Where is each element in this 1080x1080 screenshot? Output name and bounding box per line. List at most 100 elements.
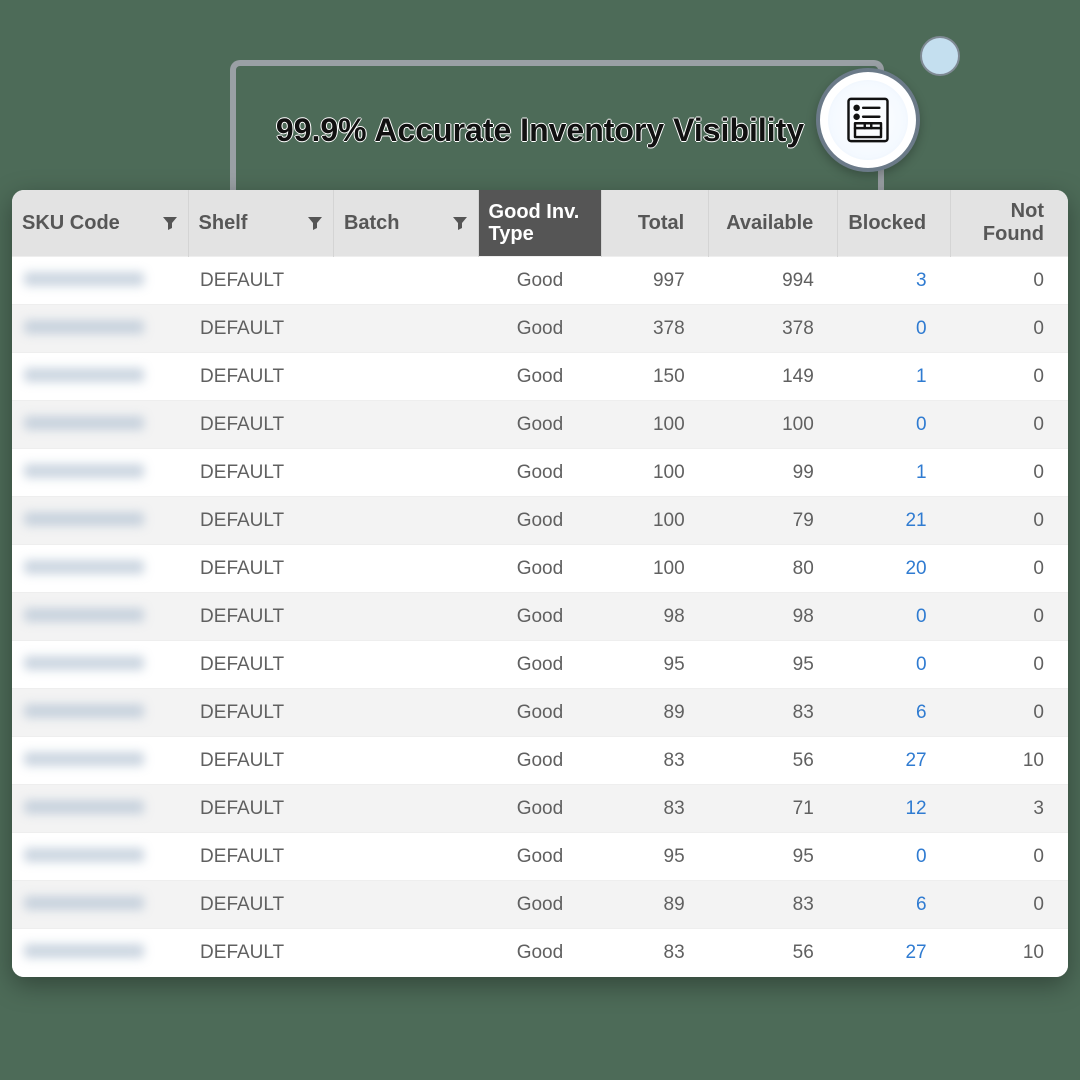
cell-available: 83 [709, 881, 838, 929]
filter-icon[interactable] [162, 215, 178, 231]
cell-sku [12, 545, 188, 593]
cell-notfound: 0 [951, 257, 1068, 305]
cell-total: 100 [602, 401, 709, 449]
sku-redacted [24, 512, 144, 526]
col-header-notfound-label: Not Found [983, 200, 1044, 245]
col-header-available[interactable]: Available [709, 190, 838, 257]
cell-available: 100 [709, 401, 838, 449]
cell-batch [333, 833, 478, 881]
cell-type: Good [478, 545, 602, 593]
cell-sku [12, 641, 188, 689]
cell-available: 80 [709, 545, 838, 593]
table-row[interactable]: DEFAULTGood898360 [12, 881, 1068, 929]
cell-sku [12, 929, 188, 977]
cell-batch [333, 449, 478, 497]
table-row[interactable]: DEFAULTGood10080200 [12, 545, 1068, 593]
table-row[interactable]: DEFAULTGood10010000 [12, 401, 1068, 449]
cell-shelf: DEFAULT [188, 689, 333, 737]
sku-redacted [24, 896, 144, 910]
cell-shelf: DEFAULT [188, 449, 333, 497]
col-header-batch[interactable]: Batch [333, 190, 478, 257]
cell-blocked: 20 [838, 545, 951, 593]
cell-available: 99 [709, 449, 838, 497]
inventory-table-panel: SKU Code Shelf [12, 190, 1068, 977]
table-row[interactable]: DEFAULTGood99799430 [12, 257, 1068, 305]
cell-notfound: 0 [951, 833, 1068, 881]
table-row[interactable]: DEFAULTGood83562710 [12, 737, 1068, 785]
table-row[interactable]: DEFAULTGood10079210 [12, 497, 1068, 545]
filter-icon[interactable] [307, 215, 323, 231]
cell-total: 378 [602, 305, 709, 353]
cell-sku [12, 497, 188, 545]
sku-redacted [24, 608, 144, 622]
cell-blocked: 21 [838, 497, 951, 545]
col-header-type[interactable]: Good Inv. Type [478, 190, 602, 257]
table-row[interactable]: DEFAULTGood959500 [12, 641, 1068, 689]
cell-batch [333, 305, 478, 353]
cell-sku [12, 353, 188, 401]
cell-sku [12, 833, 188, 881]
cell-shelf: DEFAULT [188, 641, 333, 689]
table-row[interactable]: DEFAULTGood37837800 [12, 305, 1068, 353]
cell-total: 83 [602, 785, 709, 833]
cell-type: Good [478, 641, 602, 689]
table-row[interactable]: DEFAULTGood959500 [12, 833, 1068, 881]
cell-total: 95 [602, 641, 709, 689]
cell-shelf: DEFAULT [188, 785, 333, 833]
cell-sku [12, 401, 188, 449]
cell-type: Good [478, 401, 602, 449]
cell-shelf: DEFAULT [188, 737, 333, 785]
sku-redacted [24, 656, 144, 670]
inventory-table: SKU Code Shelf [12, 190, 1068, 977]
cell-type: Good [478, 305, 602, 353]
cell-shelf: DEFAULT [188, 545, 333, 593]
col-header-shelf[interactable]: Shelf [188, 190, 333, 257]
callout-title: 99.9% Accurate Inventory Visibility [262, 112, 818, 149]
cell-sku [12, 449, 188, 497]
cell-notfound: 0 [951, 401, 1068, 449]
sku-redacted [24, 944, 144, 958]
sku-redacted [24, 368, 144, 382]
cell-available: 98 [709, 593, 838, 641]
cell-batch [333, 689, 478, 737]
cell-blocked: 6 [838, 689, 951, 737]
cell-sku [12, 785, 188, 833]
col-header-blocked-label: Blocked [848, 212, 926, 234]
cell-blocked: 3 [838, 257, 951, 305]
table-row[interactable]: DEFAULTGood8371123 [12, 785, 1068, 833]
sku-redacted [24, 416, 144, 430]
col-header-total[interactable]: Total [602, 190, 709, 257]
col-header-notfound[interactable]: Not Found [951, 190, 1068, 257]
cell-type: Good [478, 881, 602, 929]
cell-type: Good [478, 689, 602, 737]
cell-type: Good [478, 785, 602, 833]
col-header-batch-label: Batch [344, 212, 400, 235]
cell-type: Good [478, 929, 602, 977]
cell-batch [333, 257, 478, 305]
table-row[interactable]: DEFAULTGood898360 [12, 689, 1068, 737]
table-row[interactable]: DEFAULTGood15014910 [12, 353, 1068, 401]
col-header-available-label: Available [726, 212, 813, 234]
cell-batch [333, 401, 478, 449]
cell-blocked: 6 [838, 881, 951, 929]
sku-redacted [24, 752, 144, 766]
table-row[interactable]: DEFAULTGood1009910 [12, 449, 1068, 497]
cell-shelf: DEFAULT [188, 401, 333, 449]
table-row[interactable]: DEFAULTGood989800 [12, 593, 1068, 641]
filter-icon[interactable] [452, 215, 468, 231]
col-header-type-label: Good Inv. Type [489, 201, 580, 245]
cell-blocked: 27 [838, 737, 951, 785]
col-header-blocked[interactable]: Blocked [838, 190, 951, 257]
cell-notfound: 0 [951, 497, 1068, 545]
cell-type: Good [478, 257, 602, 305]
table-row[interactable]: DEFAULTGood83562710 [12, 929, 1068, 977]
cell-type: Good [478, 737, 602, 785]
sku-redacted [24, 320, 144, 334]
col-header-sku[interactable]: SKU Code [12, 190, 188, 257]
cell-total: 997 [602, 257, 709, 305]
col-header-total-label: Total [638, 212, 684, 234]
cell-blocked: 0 [838, 593, 951, 641]
cell-shelf: DEFAULT [188, 929, 333, 977]
cell-available: 95 [709, 641, 838, 689]
sku-redacted [24, 800, 144, 814]
